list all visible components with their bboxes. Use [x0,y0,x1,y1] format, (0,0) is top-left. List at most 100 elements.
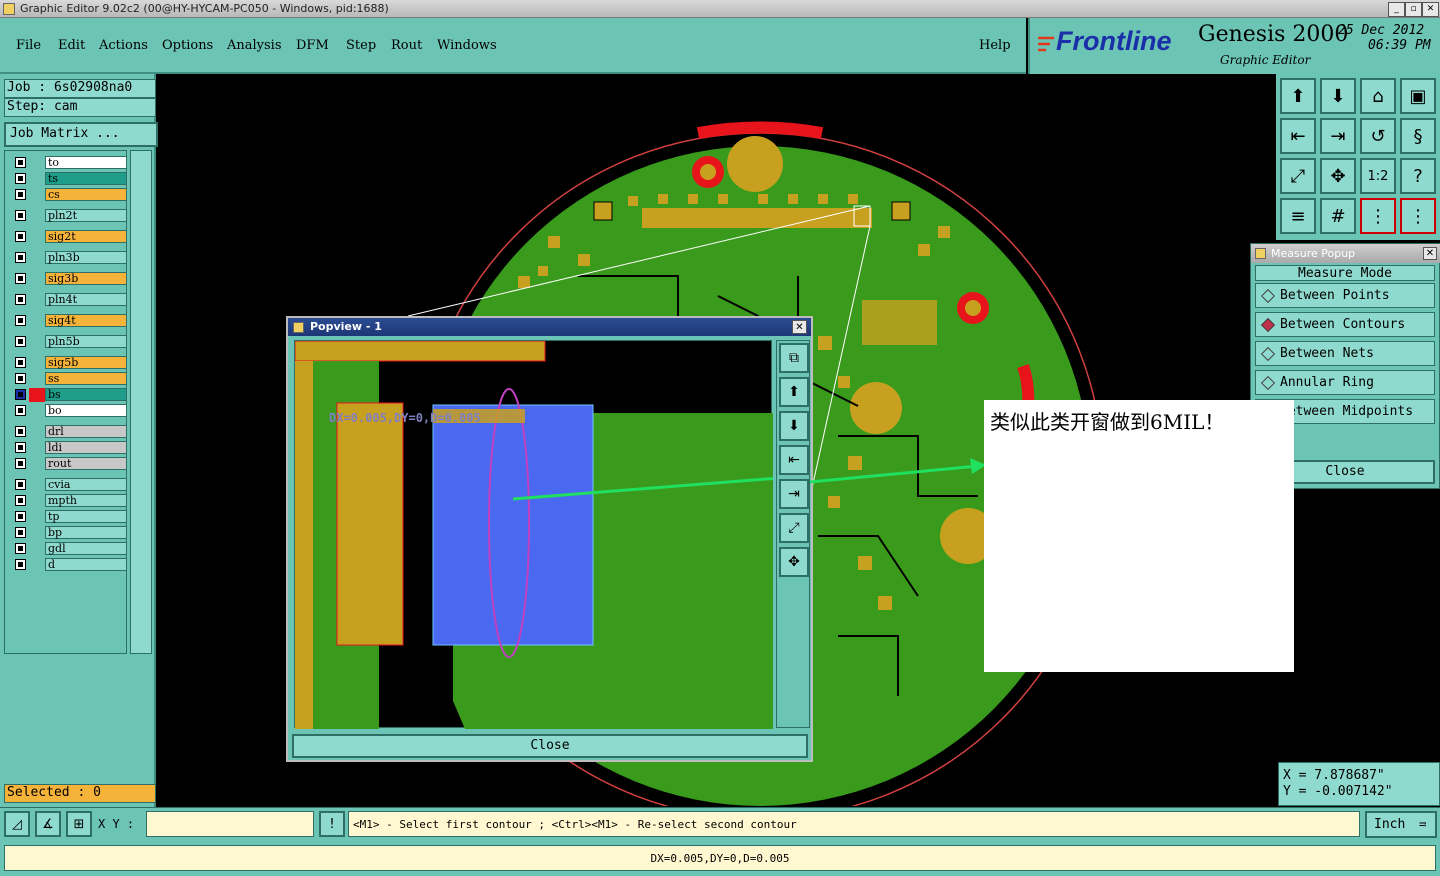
measure-option-contours[interactable]: Between Contours [1255,312,1435,337]
xy-input[interactable] [146,811,314,837]
layer-name[interactable]: bo [45,404,127,417]
layer-affected-swatch[interactable] [29,251,45,265]
layer-name[interactable]: ldi [45,441,127,454]
layer-row[interactable]: ts [13,172,129,186]
maximize-icon[interactable]: ▫ [1405,2,1422,17]
layer-affected-swatch[interactable] [29,404,45,418]
layer-checkbox[interactable] [15,405,26,416]
layer-name[interactable]: ts [45,172,127,185]
layer-checkbox[interactable] [15,157,26,168]
measure-option-nets[interactable]: Between Nets [1255,341,1435,366]
layer-affected-swatch[interactable] [29,457,45,471]
layer-affected-swatch[interactable] [29,230,45,244]
popview-close-icon[interactable]: ✕ [792,320,807,334]
layer-affected-swatch[interactable] [29,372,45,386]
layer-name[interactable]: sig2t [45,230,127,243]
tool-settings-icon[interactable]: ≡ [1280,198,1316,234]
layer-row[interactable]: rout [13,457,129,471]
layer-row[interactable]: cs [13,188,129,202]
layer-affected-swatch[interactable] [29,209,45,223]
layer-name[interactable]: mpth [45,494,127,507]
layer-row[interactable]: pln3b [13,251,129,265]
job-matrix-button[interactable]: Job Matrix ... [4,122,158,147]
layer-affected-swatch[interactable] [29,558,45,572]
menu-edit[interactable]: Edit [58,38,85,53]
layer-checkbox[interactable] [15,479,26,490]
tool-right-icon[interactable]: ⇥ [1320,118,1356,154]
layer-name[interactable]: tp [45,510,127,523]
layer-checkbox[interactable] [15,273,26,284]
menu-file[interactable]: File [16,38,41,53]
layer-affected-swatch[interactable] [29,388,45,402]
tool-pan-icon[interactable]: ✥ [1320,158,1356,194]
layer-checkbox[interactable] [15,336,26,347]
layer-affected-swatch[interactable] [29,526,45,540]
tool-zoom-fit-icon[interactable]: ⤢ [1280,158,1316,194]
layer-affected-swatch[interactable] [29,293,45,307]
layer-name[interactable]: gdl [45,542,127,555]
layer-name[interactable]: rout [45,457,127,470]
layer-checkbox[interactable] [15,373,26,384]
layer-scrollbar[interactable] [130,150,152,654]
tool-down-icon[interactable]: ⬇ [1320,78,1356,114]
tool-left-icon[interactable]: ⇤ [1280,118,1316,154]
layer-affected-swatch[interactable] [29,542,45,556]
measure-option-annular[interactable]: Annular Ring [1255,370,1435,395]
layer-checkbox[interactable] [15,458,26,469]
menu-actions[interactable]: Actions [99,38,148,53]
layer-affected-swatch[interactable] [29,494,45,508]
layer-affected-swatch[interactable] [29,272,45,286]
menu-rout[interactable]: Rout [391,38,422,53]
layer-row[interactable]: tp [13,510,129,524]
layer-checkbox[interactable] [15,357,26,368]
layer-checkbox[interactable] [15,252,26,263]
layer-checkbox[interactable] [15,231,26,242]
layer-name[interactable]: bp [45,526,127,539]
layer-checkbox[interactable] [15,426,26,437]
tool-home-icon[interactable]: ⌂ [1360,78,1396,114]
popview-close-button[interactable]: Close [292,734,808,758]
menu-step[interactable]: Step [346,38,376,53]
layer-row[interactable]: bs [13,388,129,402]
layer-affected-swatch[interactable] [29,510,45,524]
layer-row[interactable]: d [13,558,129,572]
layer-row[interactable]: sig4t [13,314,129,328]
tool-undo-icon[interactable]: ↺ [1360,118,1396,154]
minimize-icon[interactable]: _ [1388,2,1405,17]
popview-canvas[interactable]: DX=0.005,DY=0,D=0.005 [294,340,996,729]
tool-window-icon[interactable]: ▣ [1400,78,1436,114]
layer-name[interactable]: cs [45,188,127,201]
layer-affected-swatch[interactable] [29,335,45,349]
menu-help[interactable]: Help [979,38,1011,53]
layer-affected-swatch[interactable] [29,156,45,170]
menu-options[interactable]: Options [162,38,213,53]
layer-checkbox[interactable] [15,315,26,326]
measure-close-icon[interactable]: ✕ [1423,247,1437,260]
pv-left-icon[interactable]: ⇤ [779,445,809,475]
angle-mode-icon[interactable]: ∡ [35,811,61,837]
tool-scale-icon[interactable]: 1:2 [1360,158,1396,194]
layer-affected-swatch[interactable] [29,188,45,202]
layer-affected-swatch[interactable] [29,314,45,328]
layer-checkbox[interactable] [15,389,26,400]
layer-checkbox[interactable] [15,442,26,453]
layer-row[interactable]: cvia [13,478,129,492]
layer-checkbox[interactable] [15,511,26,522]
tool-help-icon[interactable]: ? [1400,158,1436,194]
pv-fit-icon[interactable]: ⤢ [779,513,809,543]
layer-checkbox[interactable] [15,495,26,506]
pv-up-icon[interactable]: ⬆ [779,377,809,407]
tool-grid-icon[interactable]: # [1320,198,1356,234]
alert-icon[interactable]: ! [319,811,345,837]
tool-connect-icon[interactable]: ⋮ [1400,198,1436,234]
layer-checkbox[interactable] [15,173,26,184]
layer-row[interactable]: ldi [13,441,129,455]
layer-checkbox[interactable] [15,210,26,221]
layer-row[interactable]: drl [13,425,129,439]
layer-name[interactable]: pln5b [45,335,127,348]
layer-name[interactable]: sig5b [45,356,127,369]
grid-snap-icon[interactable]: ⊞ [66,811,92,837]
layer-name[interactable]: drl [45,425,127,438]
layer-row[interactable]: bp [13,526,129,540]
layer-name[interactable]: pln3b [45,251,127,264]
